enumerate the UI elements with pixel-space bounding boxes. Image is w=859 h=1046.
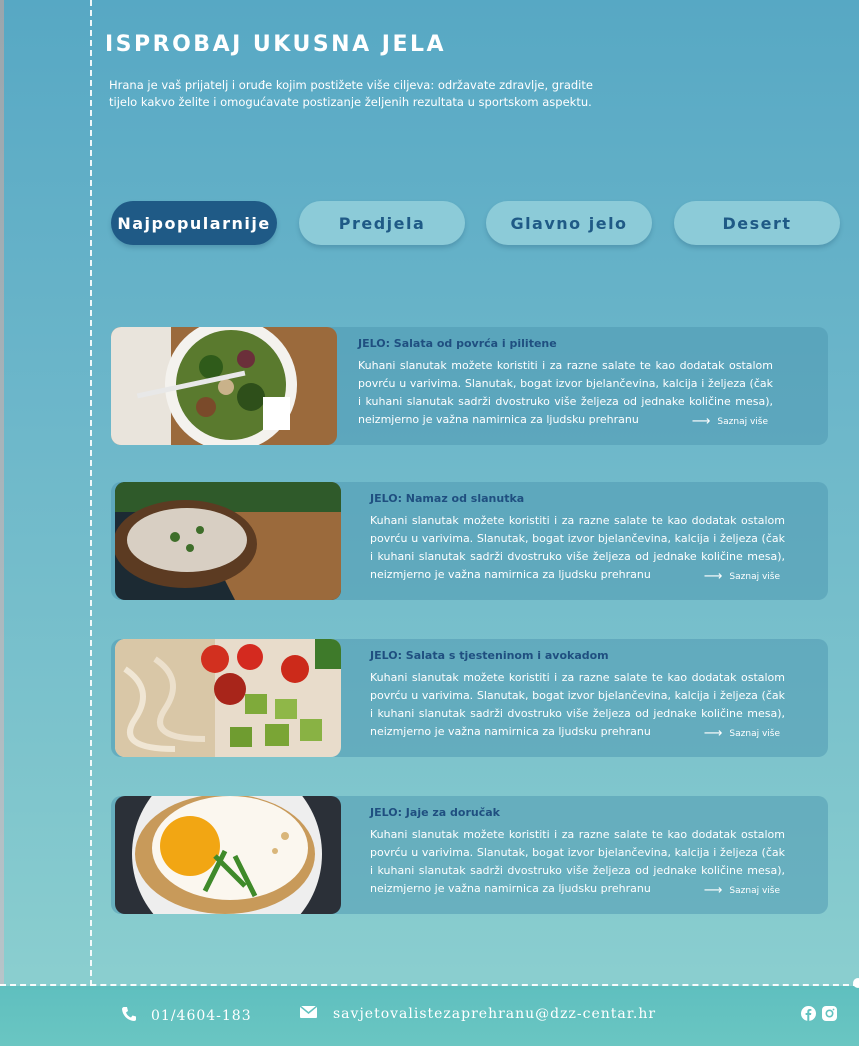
dashed-vertical-divider <box>90 0 92 1046</box>
dashed-footer-divider <box>0 984 859 986</box>
tab-glavno-jelo[interactable]: Glavno jelo <box>486 201 652 245</box>
read-more-label: Saznaj više <box>717 416 768 427</box>
recipe-card: JELO: Salata s tjesteninom i avokadom Ku… <box>111 639 828 757</box>
read-more-link[interactable]: ⟶ Saznaj više <box>704 883 780 898</box>
social-links <box>801 1006 837 1021</box>
phone-number: 01/4604-183 <box>151 1008 252 1024</box>
recipe-card: JELO: Jaje za doručak Kuhani slanutak mo… <box>111 796 828 914</box>
recipe-card: JELO: Namaz od slanutka Kuhani slanutak … <box>111 482 828 600</box>
intro-text: Hrana je vaš prijatelj i oruđe kojim pos… <box>109 78 593 109</box>
read-more-label: Saznaj više <box>729 885 780 896</box>
recipe-card: JELO: Salata od povrća i pilitene Kuhani… <box>111 327 828 445</box>
tab-predjela[interactable]: Predjela <box>299 201 465 245</box>
envelope-icon <box>299 1005 318 1022</box>
category-tabs: Najpopularnije Predjela Glavno jelo Dese… <box>111 201 840 245</box>
instagram-icon[interactable] <box>822 1006 837 1021</box>
footer-phone[interactable]: 01/4604-183 <box>121 1006 252 1026</box>
tab-desert[interactable]: Desert <box>674 201 840 245</box>
toast-spread-photo <box>115 482 341 600</box>
divider-dot <box>853 978 859 988</box>
footer: 01/4604-183 savjetovalistezaprehranu@dzz… <box>0 986 859 1046</box>
read-more-label: Saznaj više <box>729 728 780 739</box>
arrow-right-icon: ⟶ <box>703 883 723 898</box>
read-more-link[interactable]: ⟶ Saznaj više <box>704 726 780 741</box>
card-title: JELO: Namaz od slanutka <box>370 492 525 505</box>
page-title: ISPROBAJ UKUSNA JELA <box>105 32 447 57</box>
salad-photo <box>111 327 337 445</box>
card-title: JELO: Jaje za doručak <box>370 806 500 819</box>
arrow-right-icon: ⟶ <box>691 414 711 429</box>
email-address: savjetovalistezaprehranu@dzz-centar.hr <box>333 1006 657 1022</box>
read-more-link[interactable]: ⟶ Saznaj više <box>704 569 780 584</box>
card-title: JELO: Salata s tjesteninom i avokadom <box>370 649 609 662</box>
card-title: JELO: Salata od povrća i pilitene <box>358 337 557 350</box>
tab-najpopularnije[interactable]: Najpopularnije <box>111 201 277 245</box>
facebook-icon[interactable] <box>801 1006 816 1021</box>
footer-email[interactable]: savjetovalistezaprehranu@dzz-centar.hr <box>299 1005 657 1022</box>
phone-icon <box>121 1006 137 1026</box>
fried-egg-photo <box>115 796 341 914</box>
read-more-label: Saznaj više <box>729 571 780 582</box>
arrow-right-icon: ⟶ <box>703 569 723 584</box>
arrow-right-icon: ⟶ <box>703 726 723 741</box>
read-more-link[interactable]: ⟶ Saznaj više <box>692 414 768 429</box>
left-edge-strip <box>0 0 4 985</box>
pasta-avocado-photo <box>115 639 341 757</box>
